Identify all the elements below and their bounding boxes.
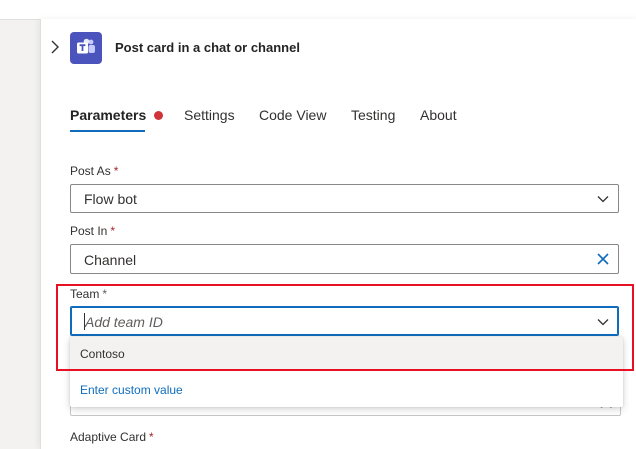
chevron-down-icon[interactable] [596,315,610,329]
team-placeholder: Add team ID [85,314,163,330]
required-mark: * [113,164,119,178]
team-dropdown-menu: Contoso Enter custom value [70,337,623,407]
post-as-value: Flow bot [84,191,137,207]
required-mark: * [149,430,154,444]
error-indicator-icon [154,111,164,120]
chevron-down-icon[interactable] [596,192,610,206]
team-label: Team * [70,287,108,301]
teams-logo-icon [77,38,95,54]
action-title: Post card in a chat or channel [115,40,300,55]
tab-testing[interactable]: Testing [351,106,395,126]
tab-about[interactable]: About [420,106,457,126]
top-bar [0,0,636,20]
clear-icon[interactable] [596,252,610,266]
required-mark: * [110,224,116,238]
enter-custom-value-link[interactable]: Enter custom value [80,383,183,397]
tab-label: Parameters [70,107,147,123]
required-mark: * [102,287,108,301]
tab-parameters[interactable]: Parameters [70,106,164,132]
expand-chevron-icon[interactable] [47,39,63,55]
tab-code-view[interactable]: Code View [259,106,326,126]
dropdown-option-contoso[interactable]: Contoso [70,337,623,369]
option-label: Contoso [80,347,125,361]
post-as-dropdown[interactable]: Flow bot [70,184,619,213]
post-as-label: Post As * [70,164,119,178]
adaptive-card-label: Adaptive Card * [70,430,154,444]
teams-app-icon [70,32,102,64]
post-in-value: Channel [84,252,137,268]
tab-settings[interactable]: Settings [184,106,235,126]
post-in-dropdown[interactable]: Channel [70,244,619,274]
post-in-label: Post In * [70,224,116,238]
team-input[interactable]: Add team ID [70,306,619,336]
